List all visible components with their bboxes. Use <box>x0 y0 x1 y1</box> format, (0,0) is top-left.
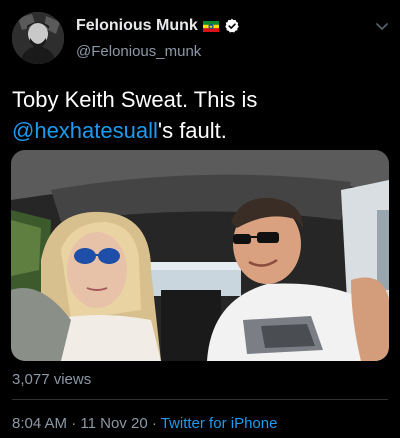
meta-separator: · <box>147 415 161 432</box>
divider <box>12 399 388 400</box>
tweet-date[interactable]: 11 Nov 20 <box>80 415 147 432</box>
author-name[interactable]: Felonious Munk <box>76 17 198 35</box>
video-player[interactable] <box>11 150 389 361</box>
author-header: Felonious Munk <box>76 17 240 35</box>
tweet-time[interactable]: 8:04 AM <box>12 415 67 432</box>
view-count: 3,077 views <box>12 371 92 388</box>
avatar[interactable] <box>12 12 64 64</box>
ethiopia-flag-icon <box>202 20 219 32</box>
chevron-down-icon[interactable] <box>376 22 388 32</box>
tweet-text: Toby Keith Sweat. This is @hexhatesuall'… <box>12 84 388 146</box>
tweet-text-line2: @hexhatesuall's fault. <box>12 115 388 146</box>
mention-link[interactable]: @hexhatesuall <box>12 118 158 143</box>
tweet-meta: 8:04 AM · 11 Nov 20 · Twitter for iPhone <box>12 415 277 432</box>
verified-badge-icon <box>224 18 239 33</box>
tweet-text-suffix: 's fault. <box>157 118 227 143</box>
tweet-text-line1: Toby Keith Sweat. This is <box>12 87 258 112</box>
avatar-image <box>12 12 64 64</box>
meta-separator: · <box>67 415 81 432</box>
video-thumbnail <box>11 150 389 361</box>
tweet-source-link[interactable]: Twitter for iPhone <box>161 415 278 432</box>
author-handle[interactable]: @Felonious_munk <box>76 43 201 60</box>
